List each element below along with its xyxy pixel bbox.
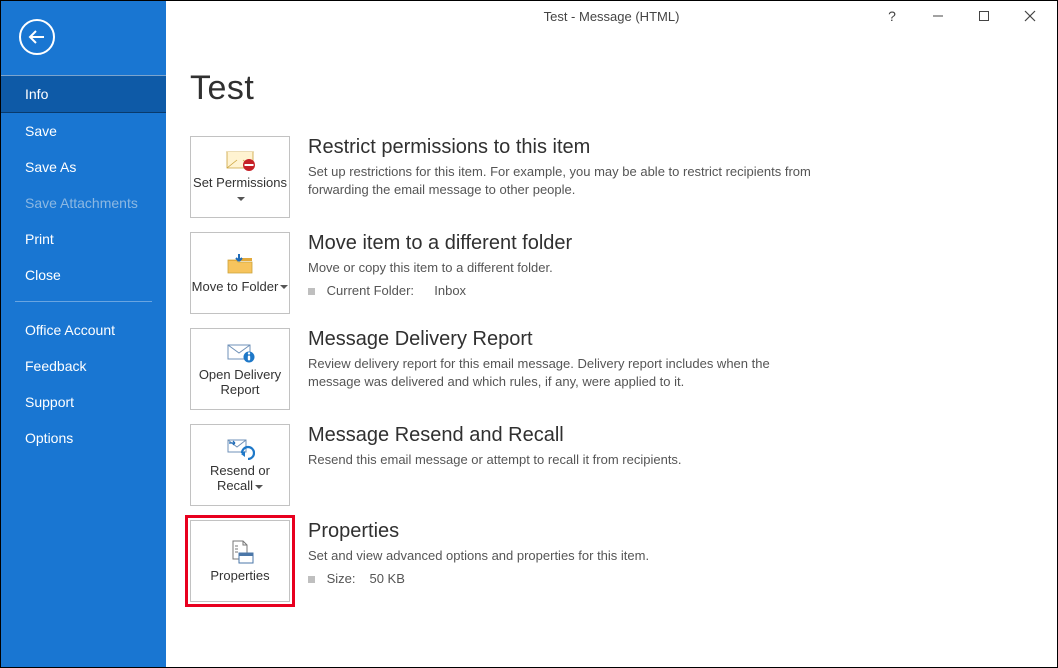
envelope-denied-icon: [225, 148, 255, 172]
move-to-folder-button[interactable]: Move to Folder: [190, 232, 290, 314]
section-description: Review delivery report for this email me…: [308, 355, 818, 390]
sidebar-item-print[interactable]: Print: [1, 221, 166, 257]
section-delivery-report: Open Delivery Report Message Delivery Re…: [190, 328, 1029, 410]
sidebar-item-label: Support: [25, 394, 74, 410]
properties-icon: [225, 539, 255, 565]
sidebar-item-label: Save: [25, 123, 57, 139]
section-resend-recall: Resend or Recall Message Resend and Reca…: [190, 424, 1029, 506]
section-title: Properties: [308, 520, 649, 543]
section-title: Message Delivery Report: [308, 328, 818, 351]
section-move-folder: Move to Folder Move item to a different …: [190, 232, 1029, 314]
section-properties: Properties Properties Set and view advan…: [190, 520, 1029, 602]
close-button[interactable]: [1007, 1, 1053, 31]
sidebar-item-feedback[interactable]: Feedback: [1, 348, 166, 384]
delivery-report-icon: [225, 340, 255, 364]
resend-recall-icon: [225, 436, 255, 460]
info-panel: Test Set Permissions Restrict permission…: [166, 1, 1057, 667]
minimize-button[interactable]: [915, 1, 961, 31]
meta-value: Inbox: [434, 283, 466, 298]
section-description: Move or copy this item to a different fo…: [308, 259, 572, 277]
section-title: Restrict permissions to this item: [308, 136, 818, 159]
backstage-sidebar: Info Save Save As Save Attachments Print…: [1, 1, 166, 667]
sidebar-item-label: Feedback: [25, 358, 86, 374]
section-description: Resend this email message or attempt to …: [308, 451, 682, 469]
sidebar-item-label: Info: [25, 86, 48, 102]
titlebar: Test - Message (HTML) ?: [166, 1, 1057, 31]
sidebar-item-label: Save As: [25, 159, 76, 175]
section-title: Message Resend and Recall: [308, 424, 682, 447]
tile-label: Properties: [210, 569, 269, 584]
sidebar-item-label: Print: [25, 231, 54, 247]
current-folder-line: Current Folder: Inbox: [308, 283, 572, 298]
chevron-down-icon: [280, 285, 288, 289]
sidebar-separator: [15, 301, 152, 302]
help-button[interactable]: ?: [869, 1, 915, 31]
maximize-button[interactable]: [961, 1, 1007, 31]
chevron-down-icon: [255, 485, 263, 489]
section-restrict-permissions: Set Permissions Restrict permissions to …: [190, 136, 1029, 218]
set-permissions-button[interactable]: Set Permissions: [190, 136, 290, 218]
sidebar-item-support[interactable]: Support: [1, 384, 166, 420]
chevron-down-icon: [237, 197, 245, 201]
sidebar-item-office-account[interactable]: Office Account: [1, 312, 166, 348]
sidebar-item-info[interactable]: Info: [1, 75, 166, 113]
window-controls: ?: [869, 1, 1053, 31]
sidebar-item-label: Options: [25, 430, 73, 446]
open-delivery-report-button[interactable]: Open Delivery Report: [190, 328, 290, 410]
sidebar-item-options[interactable]: Options: [1, 420, 166, 456]
sidebar-item-save[interactable]: Save: [1, 113, 166, 149]
sidebar-item-close[interactable]: Close: [1, 257, 166, 293]
section-title: Move item to a different folder: [308, 232, 572, 255]
tile-label: Open Delivery Report: [191, 368, 289, 398]
sidebar-item-save-attachments: Save Attachments: [1, 185, 166, 221]
page-title: Test: [190, 69, 1029, 108]
move-to-folder-icon: [225, 252, 255, 276]
size-line: Size: 50 KB: [308, 571, 649, 586]
resend-or-recall-button[interactable]: Resend or Recall: [190, 424, 290, 506]
meta-key: Size:: [327, 571, 359, 586]
sidebar-item-label: Office Account: [25, 322, 115, 338]
sidebar-item-save-as[interactable]: Save As: [1, 149, 166, 185]
back-button[interactable]: [19, 19, 55, 55]
tile-label: Move to Folder: [192, 279, 279, 294]
section-description: Set and view advanced options and proper…: [308, 547, 649, 565]
tile-label: Set Permissions: [193, 175, 287, 190]
sidebar-item-label: Save Attachments: [25, 195, 138, 211]
properties-button[interactable]: Properties: [190, 520, 290, 602]
sidebar-item-label: Close: [25, 267, 61, 283]
bullet-icon: [308, 288, 315, 295]
meta-key: Current Folder:: [327, 283, 431, 298]
meta-value: 50 KB: [369, 571, 404, 586]
section-description: Set up restrictions for this item. For e…: [308, 163, 818, 198]
window-title: Test - Message (HTML): [544, 9, 680, 24]
bullet-icon: [308, 576, 315, 583]
